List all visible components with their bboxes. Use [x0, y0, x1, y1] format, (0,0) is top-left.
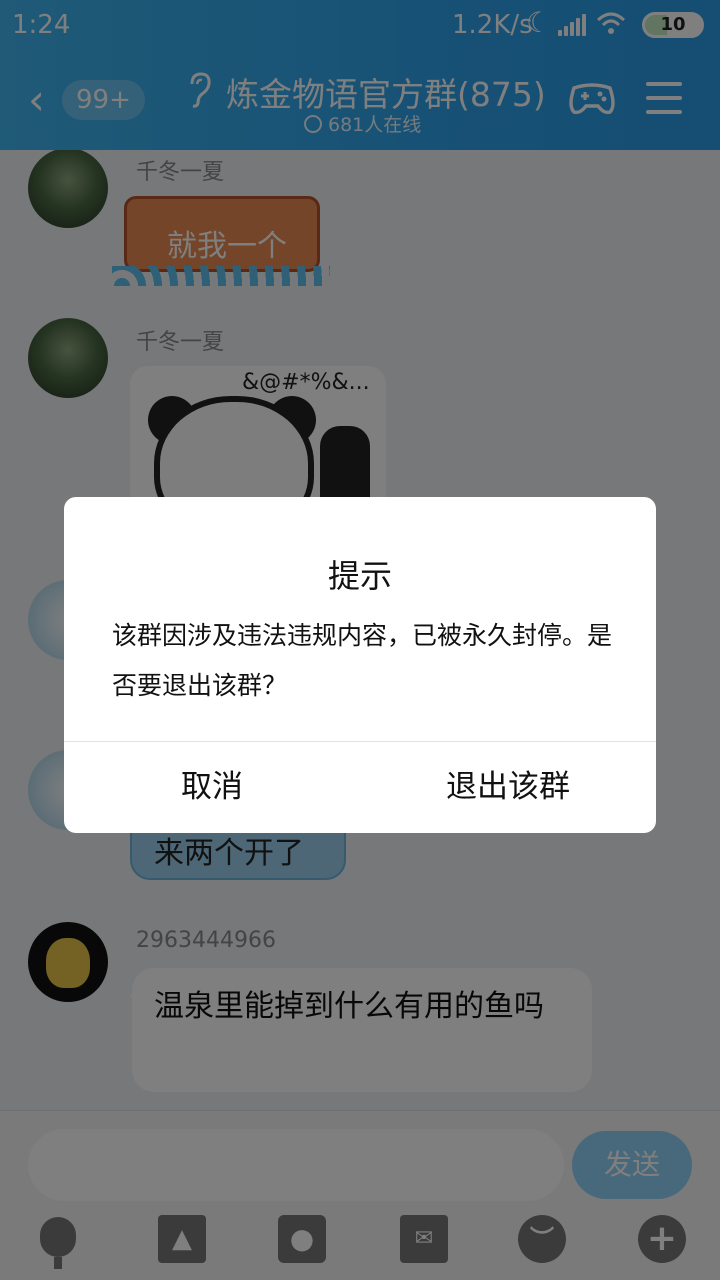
exit-group-button[interactable]: 退出该群	[360, 742, 656, 833]
alert-dialog: 提示 该群因涉及违法违规内容，已被永久封停。是否要退出该群？ 取消 退出该群	[64, 497, 656, 833]
cancel-button[interactable]: 取消	[64, 742, 360, 833]
dialog-title: 提示	[327, 557, 392, 595]
dialog-message: 该群因涉及违法违规内容，已被永久封停。是否要退出该群？	[112, 621, 613, 700]
